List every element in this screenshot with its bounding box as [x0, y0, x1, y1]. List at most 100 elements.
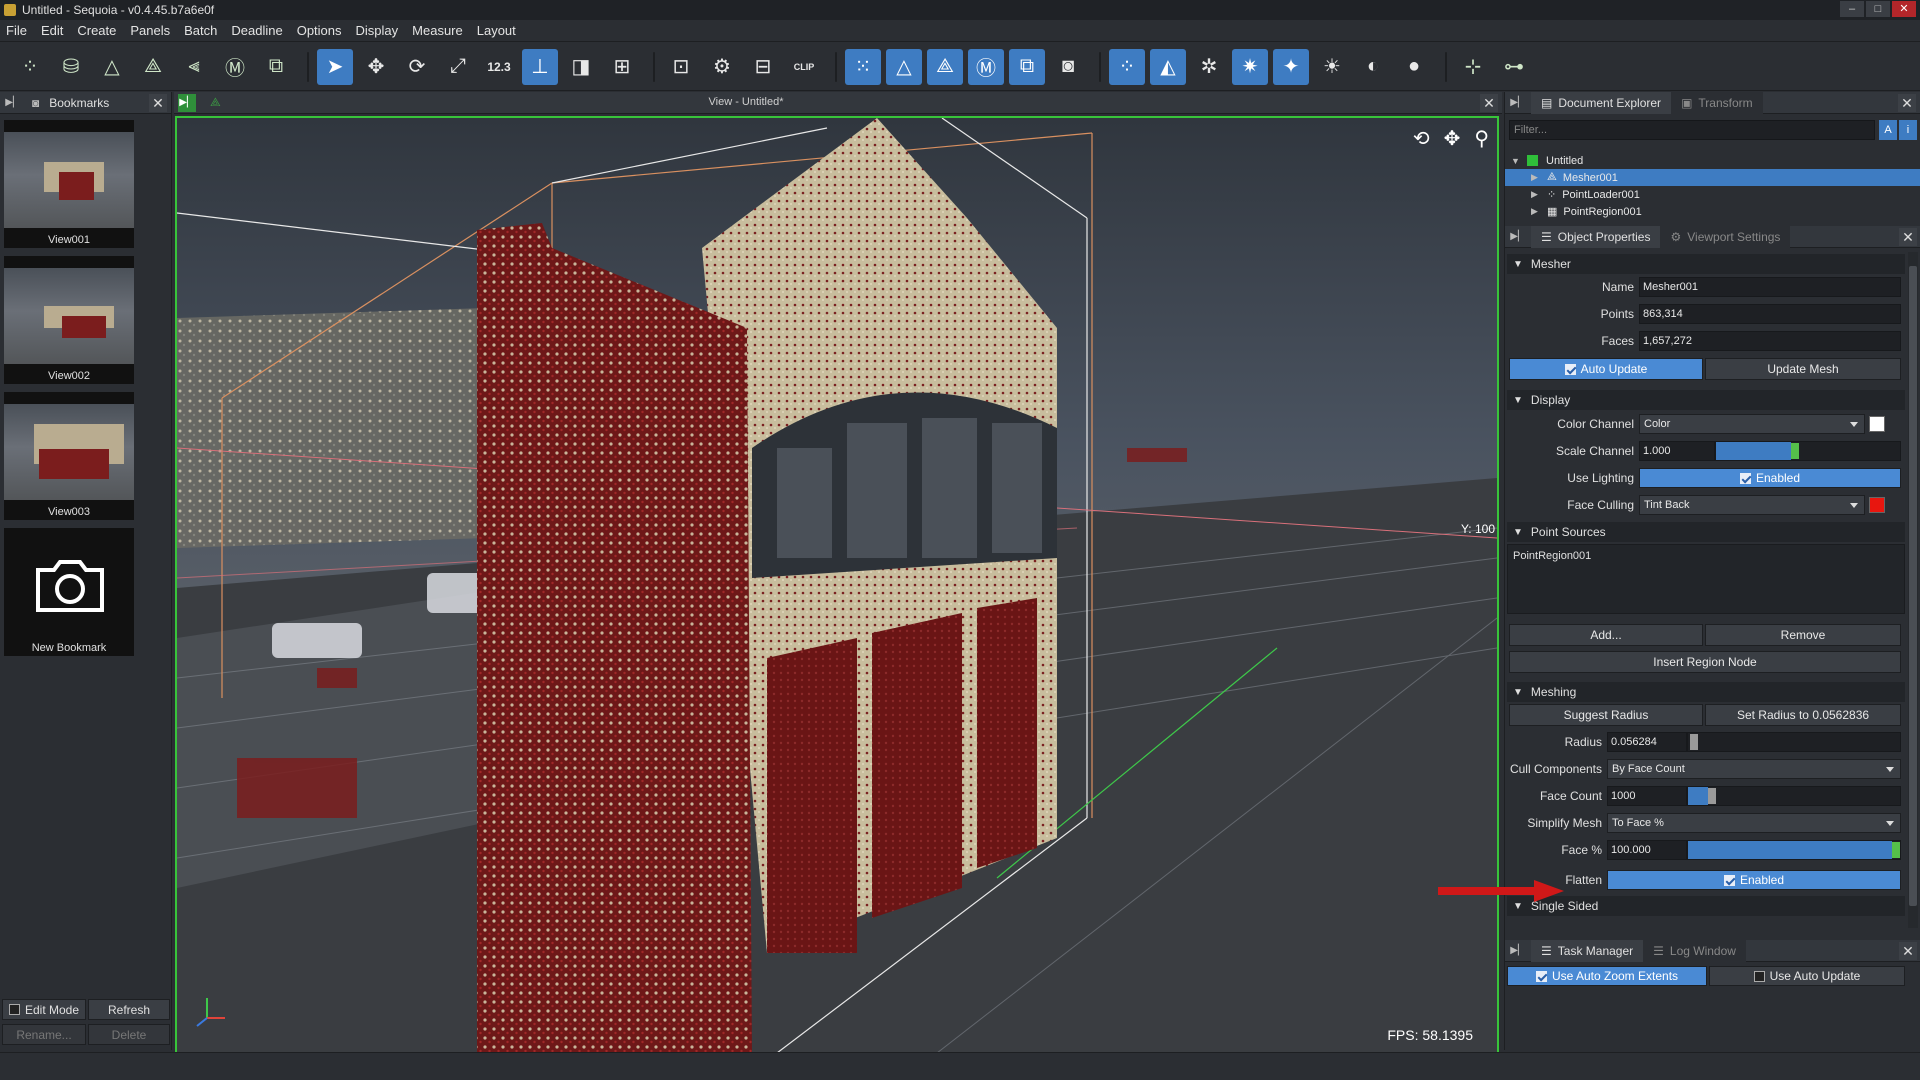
- panel-pin-icon[interactable]: ▶▏: [4, 94, 22, 112]
- menu-create[interactable]: Create: [77, 23, 116, 38]
- color-swatch[interactable]: [1869, 416, 1885, 432]
- create-bucket-icon[interactable]: ⛁: [53, 49, 89, 85]
- radius-slider[interactable]: [1687, 732, 1901, 752]
- bookmark-view002[interactable]: View002: [4, 256, 134, 384]
- menu-panels[interactable]: Panels: [130, 23, 170, 38]
- move-tool-icon[interactable]: ✥: [358, 49, 394, 85]
- axis-gizmo-icon[interactable]: ⊥: [522, 48, 558, 85]
- use-lighting-toggle[interactable]: Enabled: [1639, 468, 1901, 488]
- display-section-header[interactable]: ▼ Display: [1507, 390, 1905, 410]
- name-field[interactable]: Mesher001: [1639, 277, 1901, 297]
- panel-pin-icon[interactable]: ▶▏: [1509, 942, 1527, 960]
- simplify-mesh-dropdown[interactable]: To Face %: [1607, 813, 1901, 833]
- select-tool-icon[interactable]: ➤: [317, 48, 353, 85]
- insert-region-node-button[interactable]: Insert Region Node: [1509, 651, 1901, 673]
- mesher-section-header[interactable]: ▼ Mesher: [1507, 254, 1905, 274]
- panel-pin-icon[interactable]: ▶▏: [1509, 94, 1527, 112]
- ruler-tool-icon[interactable]: ⊶: [1496, 49, 1532, 85]
- menu-batch[interactable]: Batch: [184, 23, 217, 38]
- lighting-icon[interactable]: ✷: [1232, 48, 1268, 85]
- expand-icon[interactable]: ▼: [1511, 156, 1521, 166]
- maximize-button[interactable]: □: [1866, 1, 1890, 17]
- face-percent-slider[interactable]: [1687, 840, 1901, 860]
- cube-view-icon[interactable]: ◨: [563, 49, 599, 85]
- show-region-icon[interactable]: ⟁: [927, 48, 963, 85]
- camera-rig-icon[interactable]: ⚙: [704, 49, 740, 85]
- auto-update-toggle[interactable]: Auto Update: [1509, 358, 1703, 380]
- menu-measure[interactable]: Measure: [412, 23, 463, 38]
- face-count-slider[interactable]: [1687, 786, 1901, 806]
- close-panel-icon[interactable]: ✕: [1898, 94, 1916, 112]
- list-item[interactable]: PointRegion001: [1513, 550, 1899, 562]
- bookmarks-tab[interactable]: Bookmarks: [39, 96, 119, 110]
- delete-button[interactable]: Delete: [88, 1024, 170, 1045]
- sphere-shading-icon[interactable]: ◐: [1355, 49, 1391, 85]
- show-group-icon[interactable]: ⧉: [1009, 48, 1045, 85]
- scale-tool-icon[interactable]: ⤢: [440, 49, 476, 85]
- create-filter-icon[interactable]: ⫷: [176, 49, 212, 85]
- menu-display[interactable]: Display: [356, 23, 399, 38]
- menu-layout[interactable]: Layout: [477, 23, 516, 38]
- color-channel-dropdown[interactable]: Color: [1639, 414, 1865, 434]
- orbit-icon[interactable]: ⟲: [1413, 126, 1430, 151]
- cull-components-dropdown[interactable]: By Face Count: [1607, 759, 1901, 779]
- filter-info-icon[interactable]: i: [1899, 120, 1917, 140]
- slider-handle[interactable]: [1708, 788, 1716, 804]
- clip-icon[interactable]: CLIP: [786, 49, 822, 85]
- scale-channel-slider[interactable]: [1715, 441, 1901, 461]
- face-count-field[interactable]: 1000: [1607, 786, 1687, 806]
- measure-tool-icon[interactable]: ⊹: [1455, 49, 1491, 85]
- expand-icon[interactable]: ▶: [1531, 206, 1541, 217]
- point-sources-list[interactable]: PointRegion001: [1507, 544, 1905, 614]
- menu-file[interactable]: File: [6, 23, 27, 38]
- document-explorer-tab[interactable]: ▤ Document Explorer: [1531, 91, 1672, 114]
- light-source-icon[interactable]: ☀: [1314, 49, 1350, 85]
- edit-mode-checkbox[interactable]: [8, 1004, 20, 1015]
- close-viewport-icon[interactable]: ✕: [1480, 94, 1498, 112]
- close-panel-icon[interactable]: ✕: [149, 94, 167, 112]
- viewport-settings-tab[interactable]: ⚙ Viewport Settings: [1660, 225, 1791, 248]
- menu-options[interactable]: Options: [297, 23, 342, 38]
- set-radius-button[interactable]: Set Radius to 0.0562836: [1705, 704, 1901, 726]
- rename-button[interactable]: Rename...: [2, 1024, 86, 1045]
- bookmark-view001[interactable]: View001: [4, 120, 134, 248]
- add-source-button[interactable]: Add...: [1509, 624, 1703, 646]
- menu-deadline[interactable]: Deadline: [231, 23, 282, 38]
- slider-handle[interactable]: [1690, 734, 1698, 750]
- scrollbar-thumb[interactable]: [1909, 266, 1917, 906]
- close-button[interactable]: ✕: [1892, 1, 1916, 17]
- face-percent-field[interactable]: 100.000: [1607, 840, 1687, 860]
- panel-pin-icon[interactable]: ▶▏: [1509, 228, 1527, 246]
- edit-mode-toggle[interactable]: Edit Mode: [2, 999, 86, 1020]
- grid-layout-icon[interactable]: ⊞: [604, 49, 640, 85]
- flatten-toggle[interactable]: Enabled: [1607, 870, 1901, 890]
- scale-channel-field[interactable]: 1.000: [1639, 441, 1715, 461]
- auto-update-task-toggle[interactable]: Use Auto Update: [1709, 966, 1905, 986]
- show-mesh-icon[interactable]: △: [886, 48, 922, 85]
- viewport-pin-icon[interactable]: ▶▏: [178, 94, 196, 112]
- grid-plane-icon[interactable]: ⊟: [745, 49, 781, 85]
- face-culling-color-swatch[interactable]: [1869, 497, 1885, 513]
- tree-node-pointregion001[interactable]: ▶ ▦ PointRegion001: [1505, 203, 1920, 220]
- show-points-icon[interactable]: ⁙: [845, 48, 881, 85]
- update-mesh-button[interactable]: Update Mesh: [1705, 358, 1901, 380]
- mesh-shading-icon[interactable]: ◭: [1150, 48, 1186, 85]
- close-panel-icon[interactable]: ✕: [1899, 942, 1917, 960]
- refresh-button[interactable]: Refresh: [88, 999, 170, 1020]
- remove-source-button[interactable]: Remove: [1705, 624, 1901, 646]
- point-size-icon[interactable]: ⁘: [1109, 48, 1145, 85]
- show-m-icon[interactable]: Ⓜ: [968, 48, 1004, 85]
- numeric-input-icon[interactable]: 12.3: [481, 49, 517, 85]
- suggest-radius-button[interactable]: Suggest Radius: [1509, 704, 1703, 726]
- transform-tab[interactable]: ▣ Transform: [1671, 91, 1763, 114]
- expand-icon[interactable]: ▶: [1531, 172, 1541, 183]
- tree-root[interactable]: ▼ Untitled: [1505, 152, 1920, 169]
- face-culling-dropdown[interactable]: Tint Back: [1639, 495, 1865, 515]
- radius-field[interactable]: 0.056284: [1607, 732, 1687, 752]
- bookmark-view003[interactable]: View003: [4, 392, 134, 520]
- create-m-node-icon[interactable]: Ⓜ: [217, 49, 253, 85]
- sphere-material-icon[interactable]: ●: [1396, 49, 1432, 85]
- 3d-viewport[interactable]: ⟲ ✥ ⚲ Y: 100 FPS: 58.1395: [175, 116, 1499, 1055]
- point-density-icon[interactable]: ✲: [1191, 49, 1227, 85]
- tree-node-mesher001[interactable]: ▶ ⟁ Mesher001: [1505, 169, 1920, 186]
